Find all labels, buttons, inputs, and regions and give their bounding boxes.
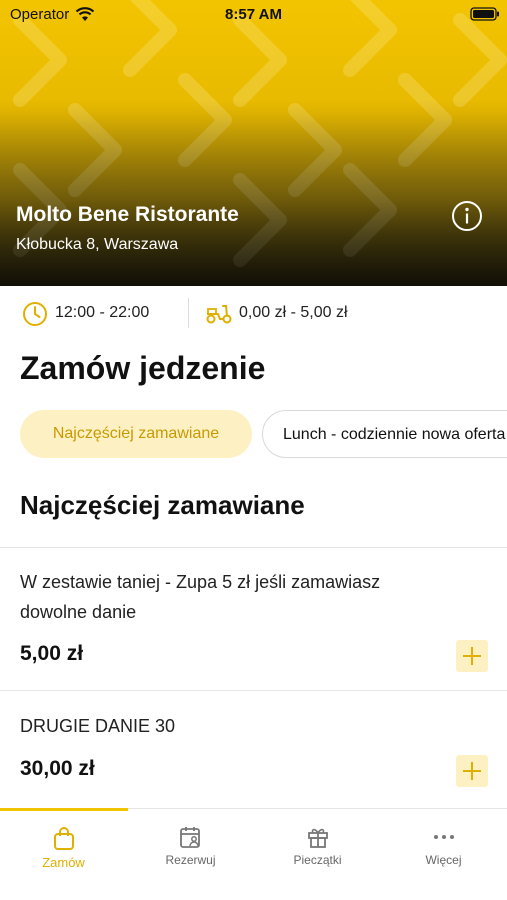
tab-label: Zamów: [42, 855, 85, 870]
status-time: 8:57 AM: [225, 6, 282, 23]
tab-label: Pieczątki: [293, 853, 342, 867]
clock-icon: [23, 302, 47, 326]
tab-zamow[interactable]: Zamów: [0, 821, 127, 881]
more-dots-icon: [433, 835, 454, 839]
restaurant-address: Kłobucka 8, Warszawa: [16, 236, 179, 253]
shopping-bag-icon: [53, 827, 74, 850]
item-name: DRUGIE DANIE 30: [20, 716, 176, 736]
category-tab-najczesciej[interactable]: Najczęściej zamawiane: [20, 410, 252, 458]
scooter-icon: [206, 305, 232, 324]
info-strip: 12:00 - 22:00 0,00 zł - 5,00 zł: [0, 286, 507, 342]
page-title: Zamów jedzenie: [20, 350, 266, 386]
section-title: Najczęściej zamawiane: [20, 490, 305, 520]
divider: [0, 547, 507, 548]
add-item-button[interactable]: [456, 640, 488, 672]
add-item-button[interactable]: [456, 755, 488, 787]
item-name: W zestawie taniej - Zupa 5 zł jeśli zama…: [20, 572, 381, 622]
tab-wiecej[interactable]: Więcej: [380, 821, 507, 881]
battery-icon: [470, 7, 499, 21]
category-tab-lunch[interactable]: Lunch - codziennie nowa oferta: [262, 410, 507, 458]
category-tabs: Najczęściej zamawiane Lunch - codziennie…: [0, 409, 507, 461]
item-price: 30,00 zł: [20, 757, 95, 780]
restaurant-hero: Operator 8:57 AM Molto Bene Ristorante K…: [0, 0, 507, 286]
strip-divider: [188, 298, 189, 328]
tab-label: Rezerwuj: [165, 853, 216, 867]
restaurant-name: Molto Bene Ristorante: [16, 203, 239, 226]
item-price: 5,00 zł: [20, 642, 84, 665]
status-bar: Operator 8:57 AM: [0, 0, 507, 28]
divider: [0, 690, 507, 691]
opening-hours: 12:00 - 22:00: [55, 304, 150, 321]
tab-pieczatki[interactable]: Pieczątki: [254, 821, 381, 881]
gift-icon: [307, 828, 328, 848]
info-icon[interactable]: [451, 200, 483, 232]
tab-bar: Zamów Rezerwuj Pieczątki Więcej: [0, 808, 507, 900]
active-tab-indicator: [0, 808, 128, 811]
calendar-person-icon: [179, 827, 200, 848]
delivery-price: 0,00 zł - 5,00 zł: [239, 304, 348, 321]
tab-rezerwuj[interactable]: Rezerwuj: [127, 821, 254, 881]
tab-label: Więcej: [425, 853, 462, 867]
